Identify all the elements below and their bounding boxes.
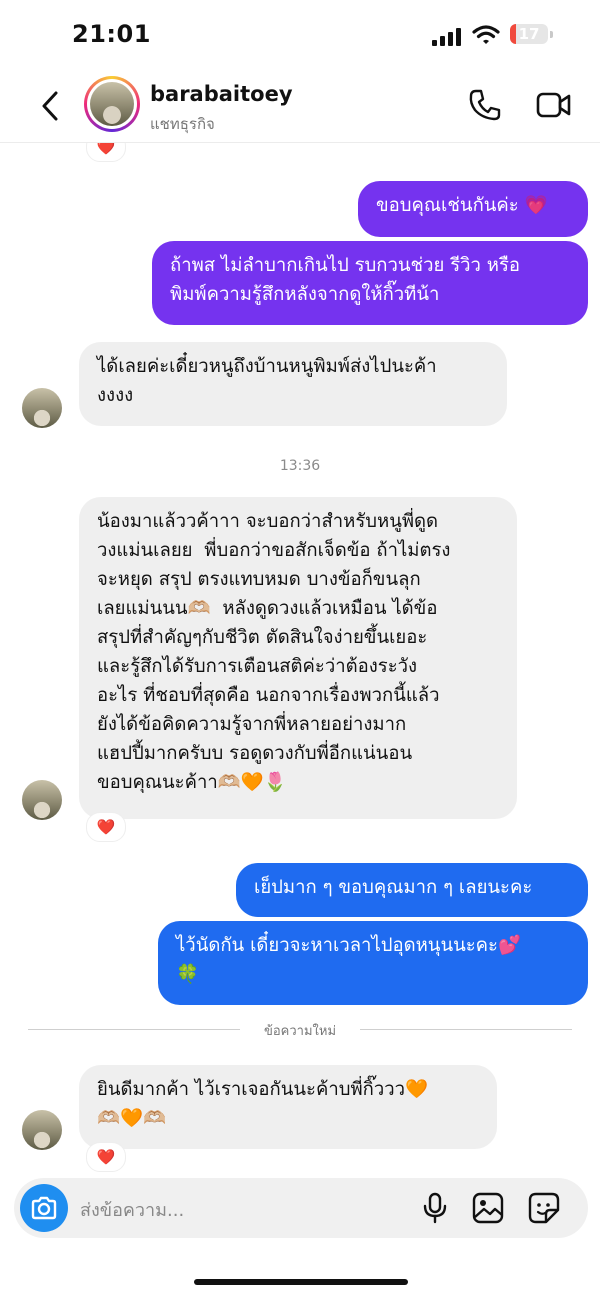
contact-subtitle: แชทธุรกิจ <box>150 115 215 133</box>
message-reaction[interactable]: ❤️ <box>86 1142 126 1172</box>
gallery-icon[interactable] <box>472 1192 504 1224</box>
battery-level-text: 17 <box>518 25 540 43</box>
message-timestamp: 13:36 <box>279 458 321 474</box>
outgoing-message[interactable]: เย็ปมาก ๆ ขอบคุณมาก ๆ เลยนะคะ <box>236 863 588 917</box>
message-input[interactable]: ส่งข้อความ... <box>80 1195 184 1224</box>
battery-cap <box>550 31 553 38</box>
wifi-icon <box>472 25 500 44</box>
chat-header: barabaitoey แชทธุรกิจ <box>0 70 600 143</box>
status-time: 21:01 <box>72 20 151 48</box>
back-arrow-icon[interactable] <box>36 88 66 124</box>
new-messages-label: ข้อความใหม่ <box>263 1024 337 1039</box>
microphone-icon[interactable] <box>422 1192 448 1224</box>
video-call-icon[interactable] <box>536 90 572 120</box>
contact-name[interactable]: barabaitoey <box>150 82 293 106</box>
battery-indicator: 17 <box>510 24 548 44</box>
outgoing-message[interactable]: ไว้นัดกัน เดี๋ยวจะหาเวลาไปอุดหนุนนะคะ💕 🍀 <box>158 921 588 1005</box>
outgoing-message[interactable]: ถ้าพส ไม่ลำบากเกินไป รบกวนช่วย รีวิว หรื… <box>152 241 588 325</box>
phone-call-icon[interactable] <box>468 88 502 122</box>
contact-avatar-small[interactable] <box>22 388 62 428</box>
home-indicator[interactable] <box>194 1279 408 1285</box>
incoming-message[interactable]: น้องมาแล้ววค้าาา จะบอกว่าสำหรับหนูพี่ดูด… <box>79 497 517 819</box>
camera-button[interactable] <box>20 1184 68 1232</box>
outgoing-message[interactable]: ขอบคุณเช่นกันค่ะ 💗 <box>358 181 588 237</box>
message-composer: ส่งข้อความ... <box>14 1178 588 1238</box>
incoming-message[interactable]: ได้เลยค่ะเดี๋ยวหนูถึงบ้านหนูพิมพ์ส่งไปนะ… <box>79 342 507 426</box>
contact-avatar-small[interactable] <box>22 1110 62 1150</box>
status-bar: 21:01 17 <box>0 0 600 70</box>
sticker-icon[interactable] <box>528 1192 560 1224</box>
incoming-message[interactable]: ยินดีมากค้า ไว้เราเจอกันนะค้าบพี่กิ๊ววว🧡… <box>79 1065 497 1149</box>
profile-avatar[interactable] <box>84 76 140 132</box>
contact-avatar-small[interactable] <box>22 780 62 820</box>
cellular-signal-icon <box>432 28 461 46</box>
camera-icon <box>31 1196 57 1220</box>
message-reaction[interactable]: ❤️ <box>86 812 126 842</box>
new-messages-divider: ข้อความใหม่ <box>28 1018 572 1040</box>
